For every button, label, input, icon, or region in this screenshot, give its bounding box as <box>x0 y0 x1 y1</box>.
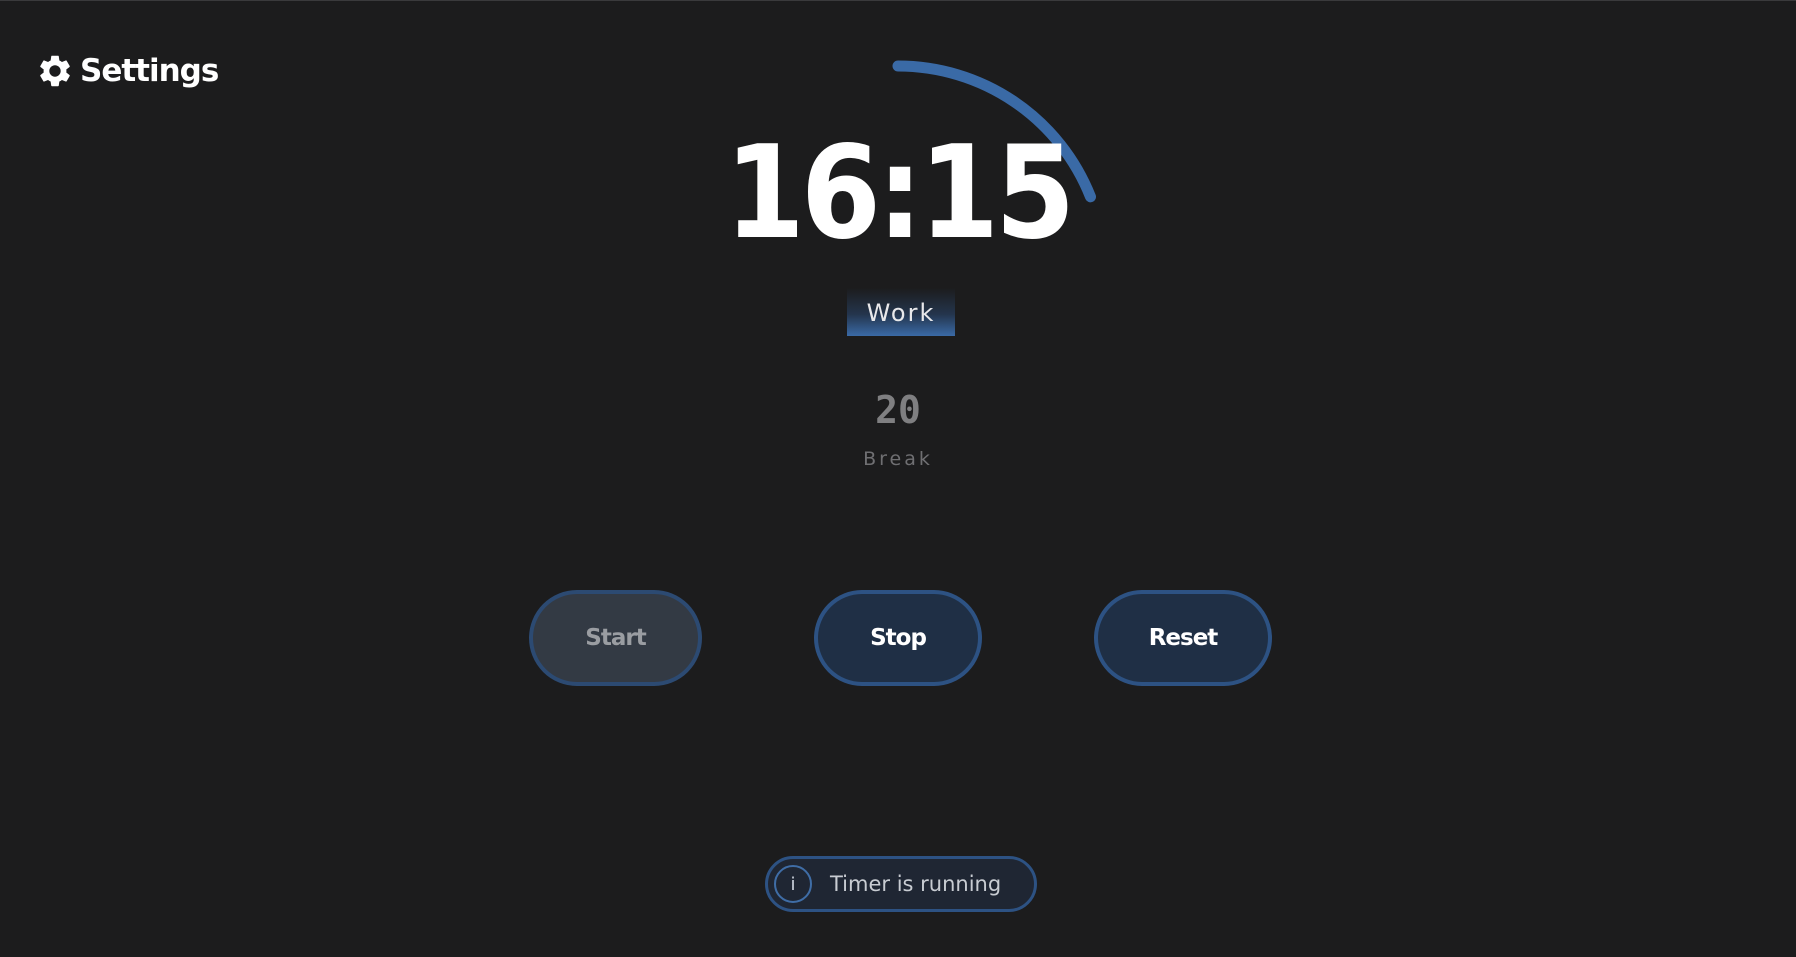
stop-button[interactable]: Stop <box>814 590 982 686</box>
gear-icon <box>40 55 70 87</box>
mode-label: Work <box>847 288 955 336</box>
settings-label: Settings <box>80 53 219 89</box>
reset-button[interactable]: Reset <box>1094 590 1272 686</box>
status-toast: i Timer is running <box>765 856 1037 912</box>
info-icon: i <box>774 865 812 903</box>
start-button[interactable]: Start <box>529 590 702 686</box>
window-top-border <box>0 0 1796 1</box>
next-session-count: 20 <box>875 388 921 432</box>
next-session-label: Break <box>863 448 933 470</box>
status-text: Timer is running <box>830 872 1002 896</box>
timer-display: 16:15 <box>724 119 1076 268</box>
settings-button[interactable]: Settings <box>36 52 219 90</box>
